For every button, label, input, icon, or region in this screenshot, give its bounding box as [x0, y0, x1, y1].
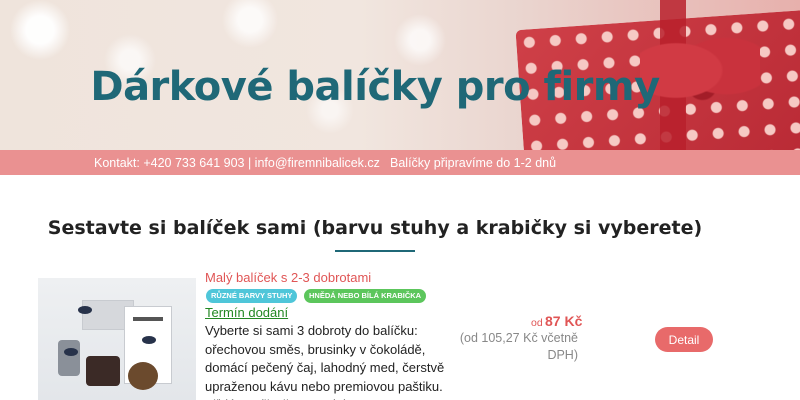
product-description: Vyberte si sami 3 dobroty do balíčku: oř… [205, 323, 445, 400]
product-jar-shape [128, 362, 158, 390]
product-name-link[interactable]: Malý balíček s 2-3 dobrotami [205, 270, 371, 285]
badge-ribbon-colors: RŮZNÉ BARVY STUHY [206, 289, 298, 303]
product-bow-shape [78, 306, 92, 314]
product-bow-shape [142, 336, 156, 344]
product-jar-shape [58, 340, 80, 376]
product-image[interactable] [38, 278, 196, 400]
section-title: Sestavte si balíček sami (barvu stuhy a … [47, 217, 703, 239]
detail-button[interactable]: Detail [655, 327, 713, 352]
product-jar-shape [86, 356, 120, 386]
page-title: Dárkové balíčky pro firmy [90, 64, 660, 110]
product-bow-shape [64, 348, 78, 356]
hero-banner: Dárkové balíčky pro firmy [0, 0, 800, 150]
section-divider [335, 250, 415, 252]
price-with-vat: (od 105,27 Kč včetně DPH) [459, 331, 578, 362]
contact-info: Kontakt: +420 733 641 903 | info@firemni… [94, 156, 380, 170]
price-value: 87 Kč [545, 313, 583, 329]
contact-bar: Kontakt: +420 733 641 903 | info@firemni… [0, 150, 800, 175]
delivery-term-link[interactable]: Termín dodání [205, 305, 288, 320]
delivery-info: Balíčky připravíme do 1-2 dnů [390, 156, 557, 170]
price-prefix: od [531, 317, 543, 329]
badge-box-color: HNĚDÁ NEBO BÍLÁ KRABIČKA [304, 289, 427, 303]
